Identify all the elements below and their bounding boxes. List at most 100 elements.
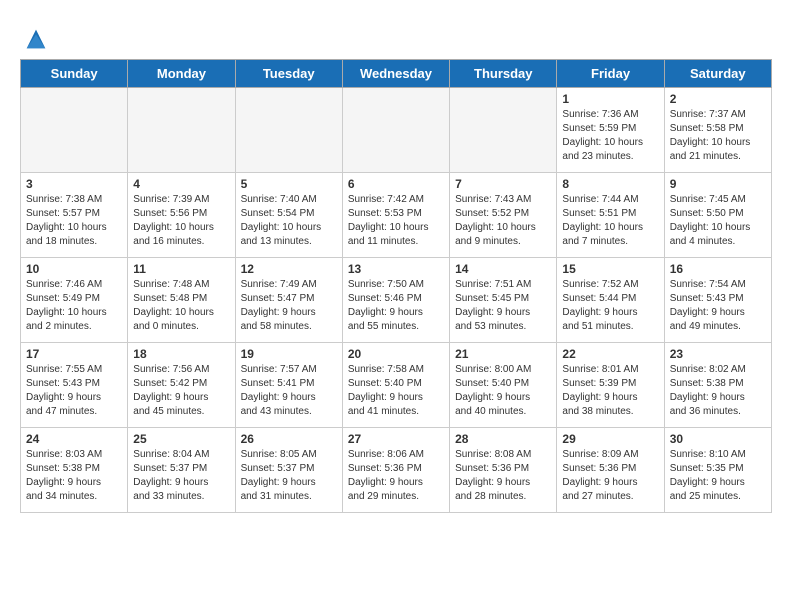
day-info: Sunrise: 7:49 AM Sunset: 5:47 PM Dayligh… [241, 278, 337, 334]
day-info: Sunrise: 7:57 AM Sunset: 5:41 PM Dayligh… [241, 363, 337, 419]
calendar-cell: 20 Sunrise: 7:58 AM Sunset: 5:40 PM Dayli… [342, 343, 449, 428]
day-number: 26 [241, 432, 337, 446]
day-info: Sunrise: 7:48 AM Sunset: 5:48 PM Dayligh… [133, 278, 229, 334]
calendar-header-row: SundayMondayTuesdayWednesdayThursdayFrid… [21, 60, 772, 88]
calendar-day-header: Monday [128, 60, 235, 88]
calendar-week-row: 17 Sunrise: 7:55 AM Sunset: 5:43 PM Dayli… [21, 343, 772, 428]
calendar-cell: 29Sunrise: 8:09 AM Sunset: 5:36 PM Dayli… [557, 428, 664, 513]
calendar-cell: 9 Sunrise: 7:45 AM Sunset: 5:50 PM Daylig… [664, 173, 771, 258]
day-info: Sunrise: 7:50 AM Sunset: 5:46 PM Dayligh… [348, 278, 444, 334]
calendar-cell: 28 Sunrise: 8:08 AM Sunset: 5:36 PM Dayli… [450, 428, 557, 513]
day-info: Sunrise: 7:43 AM Sunset: 5:52 PM Dayligh… [455, 193, 551, 249]
day-info: Sunrise: 7:37 AM Sunset: 5:58 PM Dayligh… [670, 108, 766, 164]
calendar-cell: 2 Sunrise: 7:37 AM Sunset: 5:58 PM Daylig… [664, 88, 771, 173]
day-number: 9 [670, 177, 766, 191]
day-number: 10 [26, 262, 122, 276]
logo-icon [22, 25, 50, 53]
calendar-table: SundayMondayTuesdayWednesdayThursdayFrid… [20, 59, 772, 513]
logo [20, 25, 50, 49]
day-number: 24 [26, 432, 122, 446]
calendar-cell: 12 Sunrise: 7:49 AM Sunset: 5:47 PM Dayli… [235, 258, 342, 343]
day-number: 23 [670, 347, 766, 361]
day-number: 14 [455, 262, 551, 276]
day-info: Sunrise: 7:39 AM Sunset: 5:56 PM Dayligh… [133, 193, 229, 249]
day-info: Sunrise: 7:56 AM Sunset: 5:42 PM Dayligh… [133, 363, 229, 419]
day-number: 4 [133, 177, 229, 191]
calendar-cell: 13Sunrise: 7:50 AM Sunset: 5:46 PM Dayli… [342, 258, 449, 343]
day-info: Sunrise: 7:45 AM Sunset: 5:50 PM Dayligh… [670, 193, 766, 249]
page-header [20, 20, 772, 49]
calendar-cell: 14 Sunrise: 7:51 AM Sunset: 5:45 PM Dayli… [450, 258, 557, 343]
day-info: Sunrise: 8:04 AM Sunset: 5:37 PM Dayligh… [133, 448, 229, 504]
day-info: Sunrise: 8:03 AM Sunset: 5:38 PM Dayligh… [26, 448, 122, 504]
calendar-cell: 11 Sunrise: 7:48 AM Sunset: 5:48 PM Dayli… [128, 258, 235, 343]
day-number: 27 [348, 432, 444, 446]
day-number: 25 [133, 432, 229, 446]
calendar-cell: 21 Sunrise: 8:00 AM Sunset: 5:40 PM Dayli… [450, 343, 557, 428]
calendar-cell: 7 Sunrise: 7:43 AM Sunset: 5:52 PM Daylig… [450, 173, 557, 258]
calendar-week-row: 10Sunrise: 7:46 AM Sunset: 5:49 PM Dayli… [21, 258, 772, 343]
day-number: 2 [670, 92, 766, 106]
day-number: 30 [670, 432, 766, 446]
day-info: Sunrise: 7:36 AM Sunset: 5:59 PM Dayligh… [562, 108, 658, 164]
calendar-day-header: Saturday [664, 60, 771, 88]
day-info: Sunrise: 7:58 AM Sunset: 5:40 PM Dayligh… [348, 363, 444, 419]
day-info: Sunrise: 8:09 AM Sunset: 5:36 PM Dayligh… [562, 448, 658, 504]
day-info: Sunrise: 8:10 AM Sunset: 5:35 PM Dayligh… [670, 448, 766, 504]
calendar-cell: 16 Sunrise: 7:54 AM Sunset: 5:43 PM Dayli… [664, 258, 771, 343]
calendar-cell: 26Sunrise: 8:05 AM Sunset: 5:37 PM Dayli… [235, 428, 342, 513]
day-number: 7 [455, 177, 551, 191]
day-info: Sunrise: 7:51 AM Sunset: 5:45 PM Dayligh… [455, 278, 551, 334]
calendar-cell [342, 88, 449, 173]
calendar-cell [235, 88, 342, 173]
day-info: Sunrise: 8:08 AM Sunset: 5:36 PM Dayligh… [455, 448, 551, 504]
day-number: 6 [348, 177, 444, 191]
day-info: Sunrise: 8:02 AM Sunset: 5:38 PM Dayligh… [670, 363, 766, 419]
calendar-week-row: 24 Sunrise: 8:03 AM Sunset: 5:38 PM Dayli… [21, 428, 772, 513]
calendar-cell [128, 88, 235, 173]
day-info: Sunrise: 8:06 AM Sunset: 5:36 PM Dayligh… [348, 448, 444, 504]
day-number: 17 [26, 347, 122, 361]
calendar-cell: 19 Sunrise: 7:57 AM Sunset: 5:41 PM Dayli… [235, 343, 342, 428]
day-number: 11 [133, 262, 229, 276]
day-number: 8 [562, 177, 658, 191]
day-info: Sunrise: 7:42 AM Sunset: 5:53 PM Dayligh… [348, 193, 444, 249]
day-info: Sunrise: 8:01 AM Sunset: 5:39 PM Dayligh… [562, 363, 658, 419]
calendar-cell [21, 88, 128, 173]
calendar-cell: 15 Sunrise: 7:52 AM Sunset: 5:44 PM Dayli… [557, 258, 664, 343]
calendar-cell: 24 Sunrise: 8:03 AM Sunset: 5:38 PM Dayli… [21, 428, 128, 513]
day-number: 18 [133, 347, 229, 361]
calendar-cell: 4 Sunrise: 7:39 AM Sunset: 5:56 PM Daylig… [128, 173, 235, 258]
day-info: Sunrise: 7:55 AM Sunset: 5:43 PM Dayligh… [26, 363, 122, 419]
day-info: Sunrise: 7:40 AM Sunset: 5:54 PM Dayligh… [241, 193, 337, 249]
day-info: Sunrise: 8:00 AM Sunset: 5:40 PM Dayligh… [455, 363, 551, 419]
day-number: 19 [241, 347, 337, 361]
calendar-cell: 25 Sunrise: 8:04 AM Sunset: 5:37 PM Dayli… [128, 428, 235, 513]
calendar-cell: 17 Sunrise: 7:55 AM Sunset: 5:43 PM Dayli… [21, 343, 128, 428]
calendar-day-header: Thursday [450, 60, 557, 88]
day-info: Sunrise: 7:54 AM Sunset: 5:43 PM Dayligh… [670, 278, 766, 334]
day-number: 21 [455, 347, 551, 361]
calendar-cell: 22 Sunrise: 8:01 AM Sunset: 5:39 PM Dayli… [557, 343, 664, 428]
calendar-cell: 8 Sunrise: 7:44 AM Sunset: 5:51 PM Daylig… [557, 173, 664, 258]
calendar-day-header: Sunday [21, 60, 128, 88]
calendar-cell: 30 Sunrise: 8:10 AM Sunset: 5:35 PM Dayli… [664, 428, 771, 513]
calendar-cell: 23 Sunrise: 8:02 AM Sunset: 5:38 PM Dayli… [664, 343, 771, 428]
day-number: 12 [241, 262, 337, 276]
calendar-day-header: Friday [557, 60, 664, 88]
day-info: Sunrise: 7:52 AM Sunset: 5:44 PM Dayligh… [562, 278, 658, 334]
calendar-day-header: Wednesday [342, 60, 449, 88]
calendar-cell: 5 Sunrise: 7:40 AM Sunset: 5:54 PM Daylig… [235, 173, 342, 258]
day-number: 15 [562, 262, 658, 276]
day-info: Sunrise: 7:38 AM Sunset: 5:57 PM Dayligh… [26, 193, 122, 249]
day-number: 22 [562, 347, 658, 361]
day-number: 20 [348, 347, 444, 361]
day-info: Sunrise: 7:44 AM Sunset: 5:51 PM Dayligh… [562, 193, 658, 249]
day-number: 28 [455, 432, 551, 446]
day-number: 16 [670, 262, 766, 276]
calendar-cell: 27 Sunrise: 8:06 AM Sunset: 5:36 PM Dayli… [342, 428, 449, 513]
calendar-week-row: 3Sunrise: 7:38 AM Sunset: 5:57 PM Daylig… [21, 173, 772, 258]
day-number: 5 [241, 177, 337, 191]
day-number: 1 [562, 92, 658, 106]
calendar-cell: 18 Sunrise: 7:56 AM Sunset: 5:42 PM Dayli… [128, 343, 235, 428]
